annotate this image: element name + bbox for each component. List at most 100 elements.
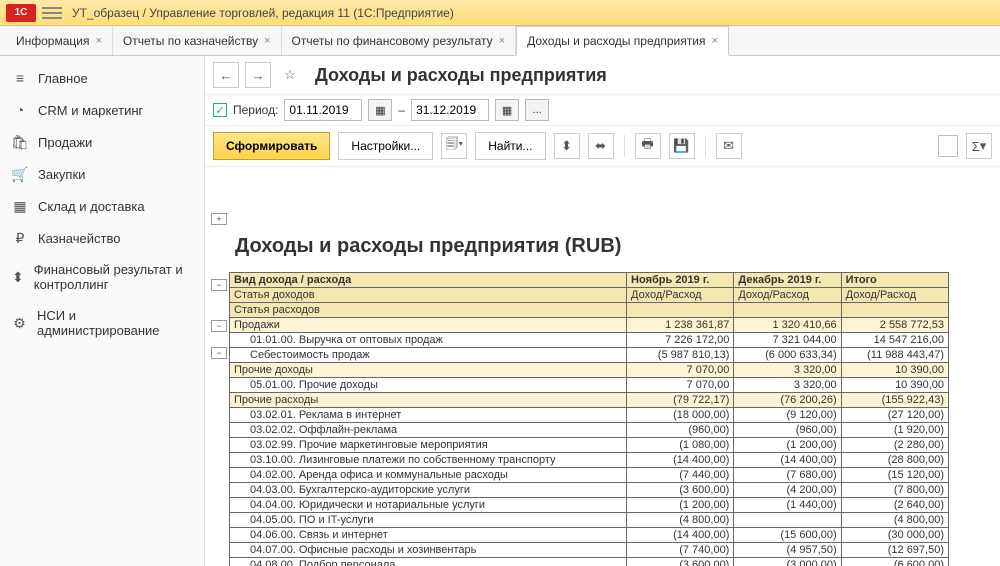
close-icon[interactable]: × (95, 35, 101, 47)
table-row[interactable]: Продажи1 238 361,871 320 410,662 558 772… (230, 318, 949, 333)
col-subheader: Статья доходов (230, 288, 627, 303)
calendar-icon[interactable]: ▦ (368, 99, 392, 121)
row-value: (27 120,00) (841, 408, 948, 423)
table-row[interactable]: Прочие доходы7 070,003 320,0010 390,00 (230, 363, 949, 378)
row-value: (14 400,00) (627, 528, 734, 543)
sidebar-item-warehouse[interactable]: ▦Склад и доставка (0, 190, 204, 222)
row-value: (30 000,00) (841, 528, 948, 543)
close-icon[interactable]: × (711, 35, 717, 47)
back-button[interactable]: ← (213, 62, 239, 88)
bag-icon: 🛍 (12, 134, 28, 150)
row-value: (9 120,00) (734, 408, 841, 423)
sidebar-item-label: Продажи (38, 135, 92, 150)
col-header: Итого (841, 273, 948, 288)
row-value (734, 513, 841, 528)
table-row[interactable]: Себестоимость продаж(5 987 810,13)(6 000… (230, 348, 949, 363)
row-value: (960,00) (734, 423, 841, 438)
table-row[interactable]: 03.02.01. Реклама в интернет(18 000,00)(… (230, 408, 949, 423)
sidebar-item-purchases[interactable]: 🛒 Закупки (0, 158, 204, 190)
row-value: (4 800,00) (841, 513, 948, 528)
sidebar-item-finresult[interactable]: ⬍Финансовый результат и контроллинг (0, 254, 204, 300)
print-button[interactable]: 🖶 (635, 133, 661, 159)
sidebar-item-label: Закупки (38, 167, 85, 182)
collapse-icon[interactable]: − (211, 320, 227, 332)
row-value: (6 600,00) (841, 558, 948, 566)
table-row[interactable]: 04.02.00. Аренда офиса и коммунальные ра… (230, 468, 949, 483)
table-row[interactable]: 04.07.00. Офисные расходы и хозинвентарь… (230, 543, 949, 558)
table-row[interactable]: 04.04.00. Юридически и нотариальные услу… (230, 498, 949, 513)
table-row[interactable]: 04.05.00. ПО и IT-услуги(4 800,00)(4 800… (230, 513, 949, 528)
sidebar-item-label: Финансовый результат и контроллинг (34, 262, 192, 292)
col-subheader: Статья расходов (230, 303, 627, 318)
table-row[interactable]: 03.10.00. Лизинговые платежи по собствен… (230, 453, 949, 468)
sidebar-item-main[interactable]: ≡Главное (0, 62, 204, 94)
row-value: (15 600,00) (734, 528, 841, 543)
settings-button[interactable]: Настройки... (338, 132, 433, 160)
email-button[interactable]: ✉ (716, 133, 742, 159)
sidebar-item-sales[interactable]: 🛍 Продажи (0, 126, 204, 158)
row-value: 7 070,00 (627, 378, 734, 393)
row-label: 03.02.01. Реклама в интернет (230, 408, 627, 423)
collapse-icon[interactable]: − (211, 279, 227, 291)
find-button[interactable]: Найти... (475, 132, 545, 160)
content-toolbar: ← → ☆ Доходы и расходы предприятия (205, 56, 1000, 95)
expand-groups-button[interactable]: ⬍ (554, 133, 580, 159)
table-row[interactable]: 04.03.00. Бухгалтерско-аудиторские услуг… (230, 483, 949, 498)
expand-all-icon[interactable]: + (211, 213, 227, 225)
row-value: 7 226 172,00 (627, 333, 734, 348)
row-value: 14 547 216,00 (841, 333, 948, 348)
cell-value-input[interactable] (938, 135, 958, 157)
row-value: (4 957,50) (734, 543, 841, 558)
gear-icon: ⚙ (12, 315, 27, 331)
report-area[interactable]: + Доходы и расходы предприятия (RUB) Вид… (205, 167, 1000, 566)
period-checkbox[interactable]: ✓ (213, 103, 227, 117)
table-row[interactable]: 03.02.99. Прочие маркетинговые мероприят… (230, 438, 949, 453)
row-value: (28 800,00) (841, 453, 948, 468)
row-value: (1 920,00) (841, 423, 948, 438)
calendar-icon[interactable]: ▦ (495, 99, 519, 121)
row-value: 3 320,00 (734, 378, 841, 393)
sidebar-item-treasury[interactable]: ₽Казначейство (0, 222, 204, 254)
row-value: 1 320 410,66 (734, 318, 841, 333)
main-menu-icon[interactable] (42, 7, 62, 19)
table-row[interactable]: Прочие расходы(79 722,17)(76 200,26)(155… (230, 393, 949, 408)
forward-button[interactable]: → (245, 62, 271, 88)
date-to-input[interactable] (411, 99, 489, 121)
tab-treasury[interactable]: Отчеты по казначейству × (113, 26, 282, 55)
row-value: 3 320,00 (734, 363, 841, 378)
collapse-groups-button[interactable]: ⬌ (588, 133, 614, 159)
table-row[interactable]: 04.06.00. Связь и интернет(14 400,00)(15… (230, 528, 949, 543)
tab-finresult[interactable]: Отчеты по финансовому результату × (282, 26, 517, 55)
close-icon[interactable]: × (264, 35, 270, 47)
date-from-input[interactable] (284, 99, 362, 121)
tab-info[interactable]: Информация × (6, 26, 113, 55)
save-report-button[interactable]: 💾 (669, 133, 695, 159)
table-row[interactable]: 04.08.00. Подбор персонала(3 600,00)(3 0… (230, 558, 949, 566)
generate-button[interactable]: Сформировать (213, 132, 330, 160)
period-label: Период: (233, 103, 278, 117)
sidebar-item-admin[interactable]: ⚙НСИ и администрирование (0, 300, 204, 346)
row-label: 01.01.00. Выручка от оптовых продаж (230, 333, 627, 348)
table-row[interactable]: 05.01.00. Прочие доходы7 070,003 320,001… (230, 378, 949, 393)
row-value: 10 390,00 (841, 378, 948, 393)
cart-icon: 🛒 (12, 166, 28, 182)
period-more-button[interactable]: ... (525, 99, 549, 121)
table-row[interactable]: 03.02.02. Оффлайн-реклама(960,00)(960,00… (230, 423, 949, 438)
collapse-icon[interactable]: − (211, 347, 227, 359)
row-value: (7 440,00) (627, 468, 734, 483)
row-label: Прочие доходы (230, 363, 627, 378)
star-icon[interactable]: ☆ (277, 62, 303, 88)
sidebar-item-crm[interactable]: ◔CRM и маркетинг (0, 94, 204, 126)
col-header: Ноябрь 2019 г. (627, 273, 734, 288)
copy-dropdown-button[interactable]: 🗐▾ (441, 133, 467, 159)
sum-button[interactable]: Σ▾ (966, 133, 992, 159)
tab-income-expense[interactable]: Доходы и расходы предприятия × (516, 26, 729, 56)
row-label: 04.03.00. Бухгалтерско-аудиторские услуг… (230, 483, 627, 498)
row-value: (11 988 443,47) (841, 348, 948, 363)
row-value: (7 740,00) (627, 543, 734, 558)
table-row[interactable]: 01.01.00. Выручка от оптовых продаж7 226… (230, 333, 949, 348)
close-icon[interactable]: × (499, 35, 505, 47)
tab-label: Отчеты по казначейству (123, 34, 258, 48)
row-value: (18 000,00) (627, 408, 734, 423)
row-value: (7 680,00) (734, 468, 841, 483)
